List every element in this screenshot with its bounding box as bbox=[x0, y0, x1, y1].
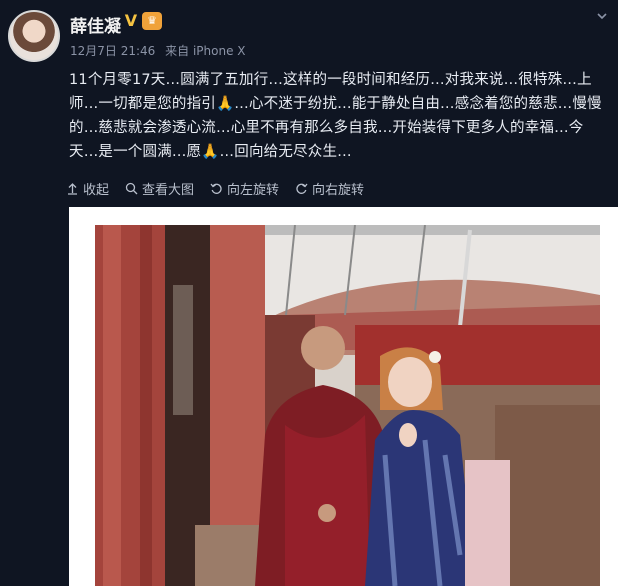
collapse-icon bbox=[68, 182, 77, 195]
post-text-line: 师…一切都是您的指引🙏…心不迷于纷扰…能于静处自由…感念着您的慈悲…慢慢 bbox=[69, 96, 602, 112]
view-large-label: 查看大图 bbox=[142, 182, 195, 198]
view-large-button[interactable]: 查看大图 bbox=[125, 176, 194, 200]
chevron-down-icon[interactable] bbox=[596, 10, 608, 22]
post-header: 薛佳凝 V ♛ 12月7日 21:46 来自 iPhone X bbox=[0, 0, 618, 72]
photo-illustration bbox=[95, 225, 600, 586]
post-content: 11个月零17天…圆满了五加行…这样的一段时间和经历…对我来说…很特殊…上 师…… bbox=[69, 68, 609, 164]
post-date[interactable]: 12月7日 21:46 bbox=[70, 44, 155, 58]
rotate-right-icon bbox=[296, 183, 308, 194]
crown-icon: ♛ bbox=[142, 12, 162, 30]
rotate-left-button[interactable]: 向左旋转 bbox=[210, 176, 279, 200]
verified-icon: V bbox=[124, 11, 138, 30]
image-actions-bar: 收起 查看大图 向左旋转 向右旋转 bbox=[66, 176, 364, 200]
rotate-left-icon bbox=[210, 183, 222, 194]
post-source: 来自 iPhone X bbox=[165, 44, 246, 58]
magnifier-icon bbox=[125, 182, 138, 194]
username[interactable]: 薛佳凝 bbox=[70, 12, 121, 37]
post-image-frame bbox=[69, 207, 618, 586]
post-text-line: 天…是一个圆满…愿🙏…回向给无尽众生… bbox=[69, 144, 352, 160]
rotate-left-label: 向左旋转 bbox=[227, 182, 280, 198]
rotate-right-button[interactable]: 向右旋转 bbox=[295, 176, 364, 200]
avatar[interactable] bbox=[8, 10, 60, 62]
post-text-line: 的…慈悲就会渗透心流…心里不再有那么多自我…开始装得下更多人的幸福…今 bbox=[69, 120, 584, 136]
post-text-line: 11个月零17天…圆满了五加行…这样的一段时间和经历…对我来说…很特殊…上 bbox=[69, 72, 592, 88]
post-meta: 12月7日 21:46 来自 iPhone X bbox=[70, 42, 252, 59]
post-photo[interactable] bbox=[95, 225, 600, 586]
rotate-right-label: 向右旋转 bbox=[312, 182, 365, 198]
collapse-button[interactable]: 收起 bbox=[66, 176, 109, 200]
collapse-label: 收起 bbox=[83, 182, 110, 198]
